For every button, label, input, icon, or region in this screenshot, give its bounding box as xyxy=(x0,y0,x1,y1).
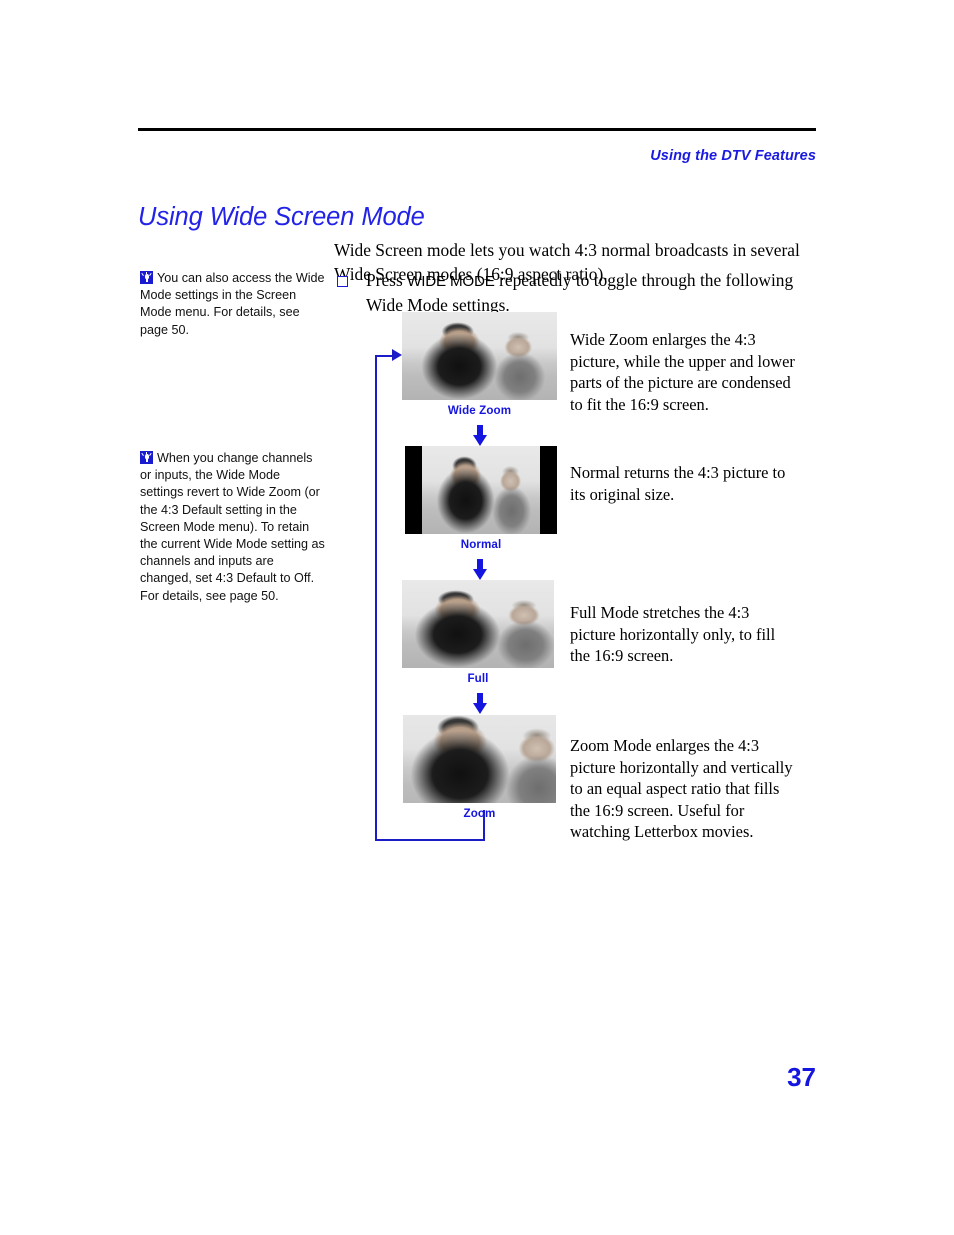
mode-description-normal: Normal returns the 4:3 picture to its or… xyxy=(570,463,786,504)
mode-label-normal: Normal xyxy=(460,538,502,551)
thumbnail-wide-zoom xyxy=(402,312,557,400)
margin-note-tip-1: You can also access the Wide Mode settin… xyxy=(140,270,326,339)
tip-lightbulb-icon xyxy=(140,271,153,284)
mode-block-normal: Normal xyxy=(405,446,557,551)
wide-mode-keycap: WIDE MODE xyxy=(407,273,495,290)
mode-description-zoom: Zoom Mode enlarges the 4:3 picture horiz… xyxy=(570,736,793,842)
square-bullet-icon xyxy=(337,276,348,287)
thumbnail-normal xyxy=(405,446,557,534)
down-arrow-icon xyxy=(470,693,490,715)
page-number: 37 xyxy=(787,1062,816,1092)
thumbnail-full xyxy=(402,580,554,668)
margin-note-tip-2: When you change channels or inputs, the … xyxy=(140,450,326,605)
mode-label-zoom: Zoom xyxy=(463,807,496,820)
mode-description-wide-zoom: Wide Zoom enlarges the 4:3 picture, whil… xyxy=(570,330,795,414)
pillarbox-bar-left xyxy=(405,446,422,534)
down-arrow-icon xyxy=(470,425,490,447)
loop-connector-left xyxy=(375,355,377,841)
mode-label-full: Full xyxy=(467,672,489,685)
margin-note-text: You can also access the Wide Mode settin… xyxy=(140,271,325,337)
loop-connector-bottom xyxy=(375,839,485,841)
pillarbox-bar-right xyxy=(540,446,557,534)
mode-label-wide-zoom: Wide Zoom xyxy=(447,404,512,417)
loop-back-arrow-icon xyxy=(392,349,402,361)
thumbnail-zoom xyxy=(403,715,556,803)
step-list-item: Press WIDE MODE repeatedly to toggle thr… xyxy=(334,269,816,318)
step-text-before: Press xyxy=(366,270,408,290)
down-arrow-icon xyxy=(470,559,490,581)
margin-note-text: When you change channels or inputs, the … xyxy=(140,451,325,603)
mode-block-full: Full xyxy=(402,580,554,685)
mode-block-wide-zoom: Wide Zoom xyxy=(402,312,557,417)
mode-block-zoom: Zoom xyxy=(403,715,556,820)
header-rule xyxy=(138,128,816,131)
running-head: Using the DTV Features xyxy=(650,148,816,164)
tip-lightbulb-icon xyxy=(140,451,153,464)
page-title: Using Wide Screen Mode xyxy=(138,203,425,232)
step-text: Press WIDE MODE repeatedly to toggle thr… xyxy=(366,269,816,318)
mode-description-full: Full Mode stretches the 4:3 picture hori… xyxy=(570,603,776,666)
